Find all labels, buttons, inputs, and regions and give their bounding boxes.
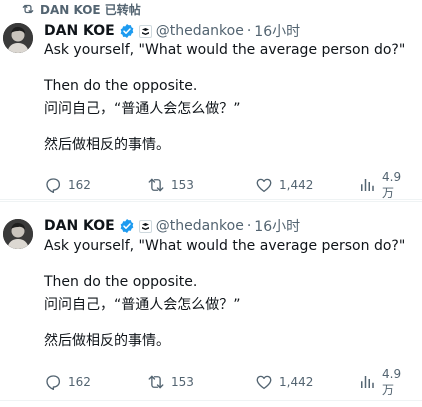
tweet-line-4: 然后做相反的事情。 xyxy=(44,333,170,349)
repost-button[interactable]: 153 xyxy=(147,175,194,195)
tweet-1[interactable]: DAN KOE 已转帖 DAN KOE @thedankoe · 16小时 As… xyxy=(0,0,422,200)
tweet-2[interactable]: DAN KOE @thedankoe · 16小时 Ask yourself, … xyxy=(0,201,422,401)
tweet-text: Ask yourself, "What would the average pe… xyxy=(44,236,414,351)
reply-button[interactable]: 162 xyxy=(44,175,91,195)
views-icon xyxy=(358,373,376,391)
verified-badge-icon xyxy=(119,218,135,234)
separator-dot: · xyxy=(246,23,252,39)
like-button[interactable]: 1,442 xyxy=(255,372,313,392)
repost-count: 153 xyxy=(171,375,194,389)
repost-icon xyxy=(147,176,165,194)
tweet-line-2: Then do the opposite. xyxy=(44,78,198,94)
views-icon xyxy=(358,176,376,194)
tweet-header: DAN KOE @thedankoe · 16小时 xyxy=(44,21,300,41)
tweet-actions: 162 153 1,442 4.9万 xyxy=(40,367,412,397)
repost-header[interactable]: DAN KOE 已转帖 xyxy=(0,0,422,18)
like-button[interactable]: 1,442 xyxy=(255,175,313,195)
like-count: 1,442 xyxy=(279,178,314,192)
reply-icon xyxy=(44,373,62,391)
avatar[interactable] xyxy=(3,23,33,53)
views-button[interactable]: 4.9万 xyxy=(358,170,412,200)
reply-icon xyxy=(44,176,62,194)
reply-button[interactable]: 162 xyxy=(44,372,91,392)
tweet-line-4: 然后做相反的事情。 xyxy=(44,137,170,153)
tweet-line-3: 问问自己，“普通人会怎么做？” xyxy=(44,297,241,313)
reply-count: 162 xyxy=(68,375,91,389)
affiliate-badge-icon[interactable] xyxy=(138,219,152,233)
reply-count: 162 xyxy=(68,178,91,192)
repost-icon xyxy=(21,2,35,16)
tweet-timestamp[interactable]: 16小时 xyxy=(254,21,300,41)
repost-button[interactable]: 153 xyxy=(147,372,194,392)
tweet-actions: 162 153 1,442 4.9万 xyxy=(40,170,412,200)
avatar[interactable] xyxy=(3,219,33,249)
tweet-line-2: Then do the opposite. xyxy=(44,274,198,290)
repost-icon xyxy=(147,373,165,391)
tweet-line-3: 问问自己，“普通人会怎么做？” xyxy=(44,101,241,117)
like-count: 1,442 xyxy=(279,375,314,389)
views-button[interactable]: 4.9万 xyxy=(358,367,412,397)
tweet-text: Ask yourself, "What would the average pe… xyxy=(44,40,414,155)
views-count: 4.9万 xyxy=(382,366,402,397)
author-handle[interactable]: @thedankoe xyxy=(156,218,244,234)
heart-icon xyxy=(255,373,273,391)
tweet-timestamp[interactable]: 16小时 xyxy=(254,216,300,236)
verified-badge-icon xyxy=(119,23,135,39)
repost-header-text: DAN KOE 已转帖 xyxy=(40,2,141,17)
views-count: 4.9万 xyxy=(382,169,402,200)
separator-dot: · xyxy=(246,218,252,234)
heart-icon xyxy=(255,176,273,194)
author-name[interactable]: DAN KOE xyxy=(44,218,115,234)
author-name[interactable]: DAN KOE xyxy=(44,23,115,39)
tweet-line-1: Ask yourself, "What would the average pe… xyxy=(44,238,406,254)
author-handle[interactable]: @thedankoe xyxy=(156,23,244,39)
repost-count: 153 xyxy=(171,178,194,192)
affiliate-badge-icon[interactable] xyxy=(138,24,152,38)
tweet-header: DAN KOE @thedankoe · 16小时 xyxy=(44,216,300,236)
tweet-line-1: Ask yourself, "What would the average pe… xyxy=(44,42,406,58)
